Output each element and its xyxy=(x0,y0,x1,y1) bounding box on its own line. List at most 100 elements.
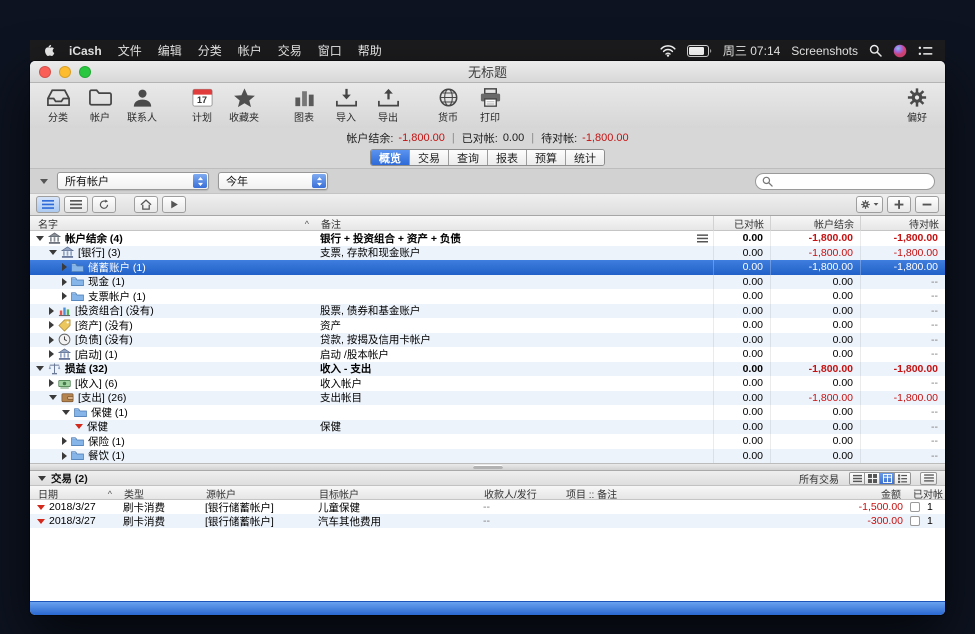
toolbar-button-schedule[interactable]: 17计划 xyxy=(186,86,218,124)
account-row[interactable]: 支票帐户 (1)0.000.00-- xyxy=(30,289,945,304)
column-header-note[interactable]: 备注 xyxy=(315,216,713,231)
account-row[interactable]: 储蓄账户 (1)0.00-1,800.00-1,800.00 xyxy=(30,260,945,275)
toolbar-button-print[interactable]: 打印 xyxy=(474,86,506,124)
view-grid-button[interactable] xyxy=(865,473,880,484)
disclosure-collapsed-icon[interactable] xyxy=(62,452,67,460)
search-input[interactable] xyxy=(755,173,935,190)
menu-window[interactable]: 窗口 xyxy=(318,42,342,59)
account-row[interactable]: 保险 (1)0.000.00-- xyxy=(30,434,945,449)
disclosure-collapsed-icon[interactable] xyxy=(49,321,54,329)
toolbar-button-import[interactable]: 导入 xyxy=(330,86,362,124)
menu-transactions[interactable]: 交易 xyxy=(278,42,302,59)
account-row[interactable]: [资产] (没有)资产0.000.00-- xyxy=(30,318,945,333)
outline-view-button[interactable] xyxy=(36,196,60,213)
account-row[interactable]: [收入] (6)收入帐户0.000.00-- xyxy=(30,376,945,391)
view-list-button[interactable] xyxy=(850,473,865,484)
column-header-type[interactable]: 类型 xyxy=(118,486,200,501)
account-row[interactable]: 帐户结余 (4)银行 + 投资组合 + 资产 + 负债0.00-1,800.00… xyxy=(30,231,945,246)
disclosure-collapsed-icon[interactable] xyxy=(49,336,54,344)
disclosure-expanded-icon[interactable] xyxy=(36,366,44,371)
account-row[interactable]: [投资组合] (没有)股票, 债券和基金账户0.000.00-- xyxy=(30,304,945,319)
apple-menu-icon[interactable] xyxy=(42,43,55,58)
siri-icon[interactable] xyxy=(893,44,907,58)
reconciled-checkbox[interactable] xyxy=(910,516,920,526)
close-button[interactable] xyxy=(39,66,51,78)
zoom-button[interactable] xyxy=(79,66,91,78)
toolbar-button-categories[interactable]: 分类 xyxy=(42,86,74,124)
period-filter-select[interactable]: 今年 xyxy=(218,172,328,190)
disclosure-collapsed-icon[interactable] xyxy=(49,379,54,387)
forward-button[interactable] xyxy=(162,196,186,213)
toolbar-button-favorites[interactable]: 收藏夹 xyxy=(228,86,260,124)
column-header-pending[interactable]: 待对帐 xyxy=(860,216,945,231)
transactions-disclosure-icon[interactable] xyxy=(38,476,46,481)
transactions-options-button[interactable] xyxy=(920,472,937,485)
disclosure-expanded-icon[interactable] xyxy=(36,236,44,241)
sidebar-disclosure-icon[interactable] xyxy=(40,179,48,184)
toolbar-button-export[interactable]: 导出 xyxy=(372,86,404,124)
menu-help[interactable]: 帮助 xyxy=(358,42,382,59)
toolbar-button-currency[interactable]: 货币 xyxy=(432,86,464,124)
screenshots-menu-item[interactable]: Screenshots xyxy=(791,44,858,58)
account-row[interactable]: [负债] (没有)贷款, 按揭及信用卡帐户0.000.00-- xyxy=(30,333,945,348)
disclosure-collapsed-icon[interactable] xyxy=(62,278,67,286)
column-header-balance[interactable]: 帐户结余 xyxy=(770,216,860,231)
tab-budget[interactable]: 预算 xyxy=(527,150,566,165)
view-table-button[interactable] xyxy=(880,473,895,484)
accounts-filter-select[interactable]: 所有帐户 xyxy=(57,172,209,190)
disclosure-expanded-icon[interactable] xyxy=(49,395,57,400)
column-header-payee[interactable]: 收款人/发行 xyxy=(478,486,560,501)
account-row[interactable]: 餐饮 (1)0.000.00-- xyxy=(30,449,945,464)
disclosure-collapsed-icon[interactable] xyxy=(62,263,67,271)
menu-categories[interactable]: 分类 xyxy=(198,42,222,59)
disclosure-collapsed-icon[interactable] xyxy=(49,307,54,315)
column-header-date[interactable]: 日期 ^ xyxy=(30,486,118,501)
column-header-amount[interactable]: 金额 xyxy=(819,486,907,501)
transaction-marker-icon[interactable] xyxy=(37,505,45,510)
account-row[interactable]: [启动] (1)启动 /股本帐户0.000.00-- xyxy=(30,347,945,362)
disclosure-expanded-icon[interactable] xyxy=(49,250,57,255)
account-row[interactable]: 保健保健0.000.00-- xyxy=(30,420,945,435)
tab-stats[interactable]: 统计 xyxy=(566,150,604,165)
menu-app[interactable]: iCash xyxy=(69,44,102,58)
battery-icon[interactable] xyxy=(687,45,712,57)
column-header-source[interactable]: 源帐户 xyxy=(200,486,313,501)
disclosure-collapsed-icon[interactable] xyxy=(49,350,54,358)
column-header-memo[interactable]: 项目 :: 备注 xyxy=(560,486,819,501)
disclosure-expanded-icon[interactable] xyxy=(62,410,70,415)
preferences-button[interactable]: 偏好 xyxy=(901,86,933,124)
disclosure-collapsed-icon[interactable] xyxy=(62,437,67,445)
window-titlebar[interactable]: 无标题 xyxy=(30,61,945,83)
transaction-row[interactable]: 2018/3/27刷卡消费[银行储蓄帐户]儿童保健---1,500.001 xyxy=(30,500,945,514)
transaction-marker-icon[interactable] xyxy=(37,519,45,524)
tab-overview[interactable]: 概览 xyxy=(371,150,410,165)
tab-transactions[interactable]: 交易 xyxy=(410,150,449,165)
toolbar-button-contacts[interactable]: 联系人 xyxy=(126,86,158,124)
account-row[interactable]: 损益 (32)收入 - 支出0.00-1,800.00-1,800.00 xyxy=(30,362,945,377)
menu-file[interactable]: 文件 xyxy=(118,42,142,59)
actions-menu-button[interactable] xyxy=(856,196,883,213)
account-row[interactable]: [银行] (3)支票, 存款和现金账户0.00-1,800.00-1,800.0… xyxy=(30,246,945,261)
account-row[interactable]: 保健 (1)0.000.00-- xyxy=(30,405,945,420)
tab-reports[interactable]: 报表 xyxy=(488,150,527,165)
spotlight-search-icon[interactable] xyxy=(869,44,882,57)
column-header-reconciled[interactable]: 已对帐 xyxy=(907,486,945,501)
minimize-button[interactable] xyxy=(59,66,71,78)
transaction-row[interactable]: 2018/3/27刷卡消费[银行储蓄帐户]汽车其他费用---300.001 xyxy=(30,514,945,528)
menu-edit[interactable]: 编辑 xyxy=(158,42,182,59)
column-header-name[interactable]: 名字 ^ xyxy=(30,216,315,231)
account-row[interactable]: [支出] (26)支出帐目0.00-1,800.00-1,800.00 xyxy=(30,391,945,406)
add-account-button[interactable] xyxy=(887,196,911,213)
remove-account-button[interactable] xyxy=(915,196,939,213)
notification-center-icon[interactable] xyxy=(918,45,933,57)
disclosure-collapsed-icon[interactable] xyxy=(62,292,67,300)
menu-accounts[interactable]: 帐户 xyxy=(238,42,262,59)
account-marker-icon[interactable] xyxy=(75,424,83,429)
toolbar-button-charts[interactable]: 图表 xyxy=(288,86,320,124)
column-header-target[interactable]: 目标帐户 xyxy=(313,486,478,501)
account-row[interactable]: 现金 (1)0.000.00-- xyxy=(30,275,945,290)
reconciled-checkbox[interactable] xyxy=(910,502,920,512)
menu-bar-clock[interactable]: 周三 07:14 xyxy=(723,42,780,59)
toolbar-button-accounts[interactable]: 帐户 xyxy=(84,86,116,124)
home-button[interactable] xyxy=(134,196,158,213)
